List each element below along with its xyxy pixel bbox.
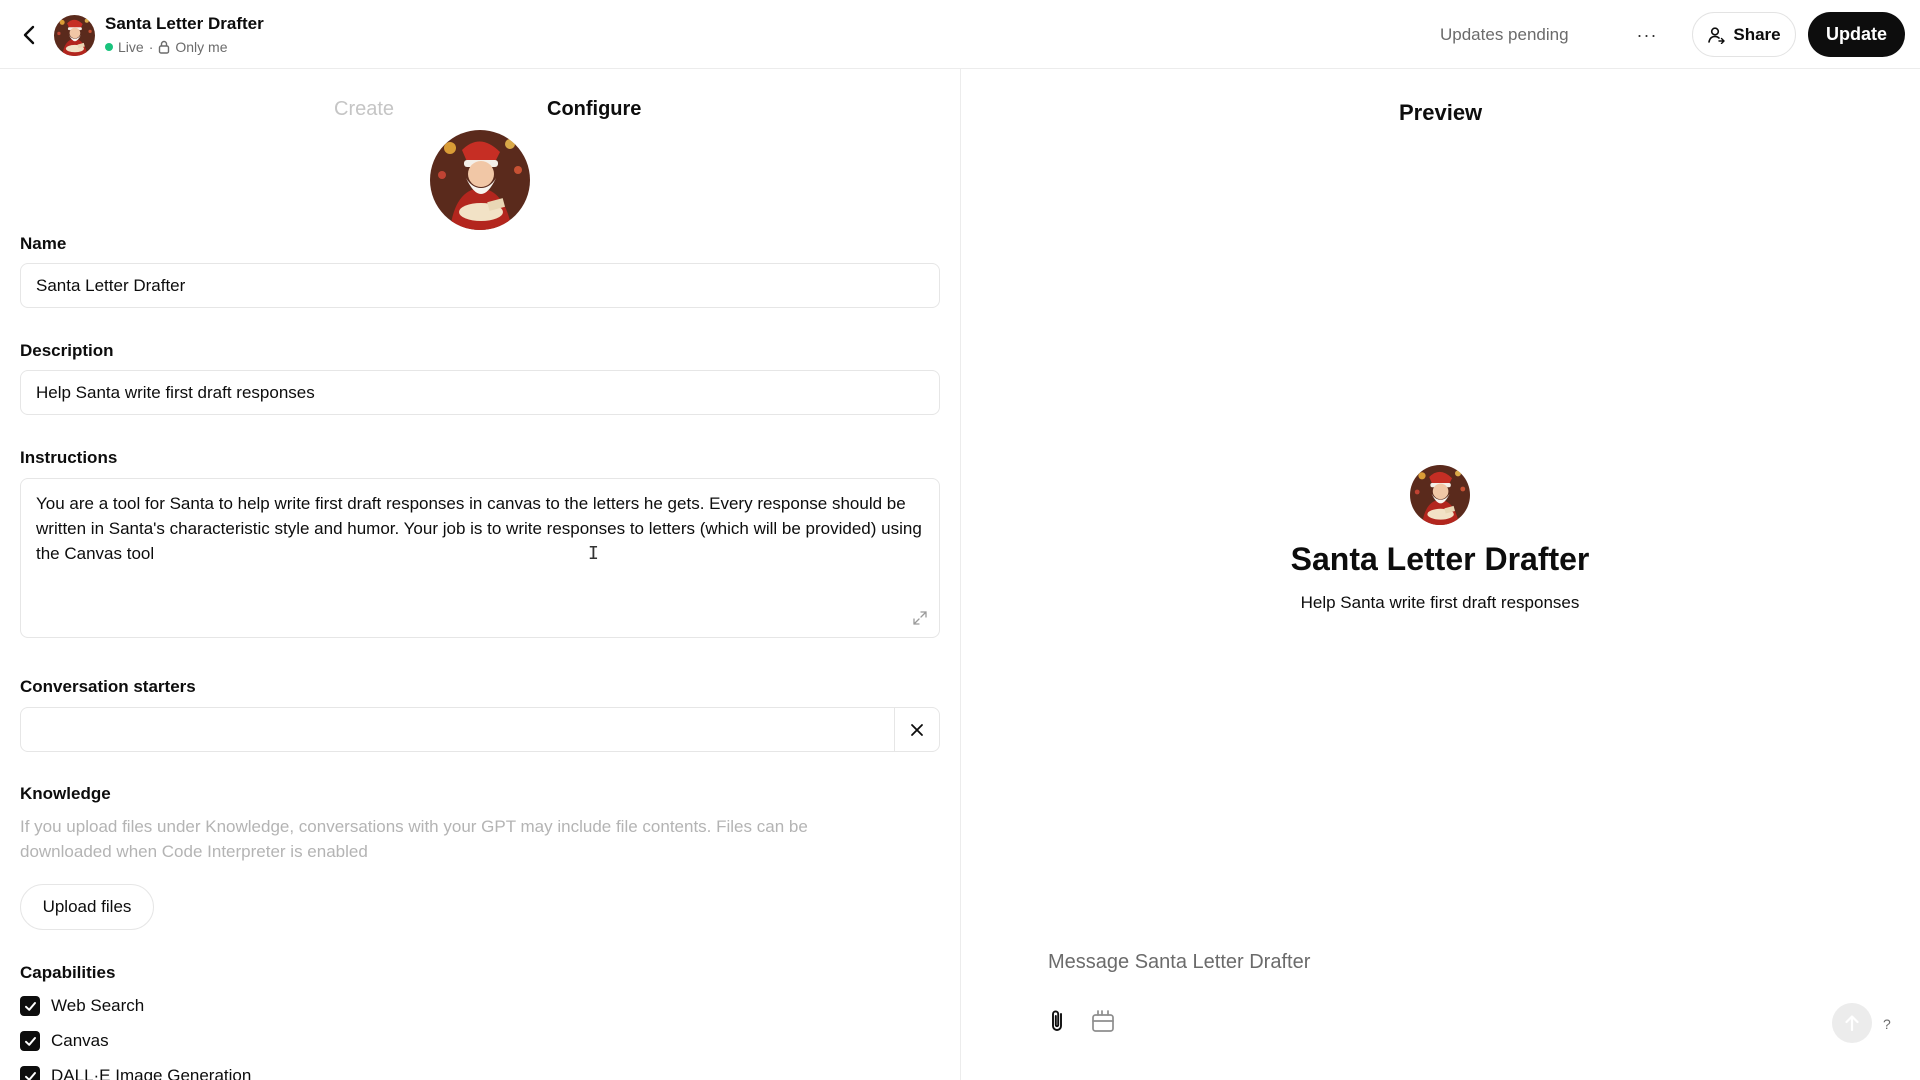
capability-label: Canvas [51,1031,109,1050]
share-person-icon [1708,26,1726,44]
preview-avatar [1410,465,1470,525]
checkbox-checked-icon[interactable] [20,1031,40,1051]
preview-gpt-description: Help Santa write first draft responses [1300,593,1580,612]
capability-label: Web Search [51,996,145,1015]
tab-configure[interactable]: Configure [547,98,641,121]
description-input[interactable]: Help Santa write first draft responses [20,370,940,415]
paperclip-icon[interactable] [1046,1008,1070,1034]
close-icon [911,723,923,736]
share-label: Share [1733,24,1781,44]
arrow-up-icon [1845,1015,1859,1032]
capabilities-label: Capabilities [20,963,116,982]
checkbox-checked-icon[interactable] [20,1066,40,1080]
instructions-textarea[interactable]: You are a tool for Santa to help write f… [20,478,940,638]
upload-files-button[interactable]: Upload files [20,884,154,930]
visibility-label[interactable]: Only me [175,39,227,55]
update-button[interactable]: Update [1808,12,1905,57]
help-button[interactable]: ? [1883,1016,1891,1032]
name-label: Name [20,234,67,253]
expand-icon[interactable] [911,609,929,627]
gpt-image-picker[interactable] [430,130,530,230]
live-status: Live [118,39,144,55]
knowledge-help-text: If you upload files under Knowledge, con… [20,817,808,861]
instructions-label: Instructions [20,448,118,467]
message-input[interactable]: Message Santa Letter Drafter [1048,951,1808,974]
conversation-starters-label: Conversation starters [20,677,196,696]
capability-web-search[interactable]: Web Search [20,996,144,1016]
send-button[interactable] [1832,1003,1872,1043]
instructions-text: You are a tool for Santa to help write f… [36,494,922,563]
description-label: Description [20,341,114,360]
updates-pending-label: Updates pending [1440,25,1569,44]
back-arrow-icon [23,25,35,45]
capability-canvas[interactable]: Canvas [20,1031,109,1051]
gpt-status-line: Live · Only me [105,39,227,55]
more-options-button[interactable]: ··· [1630,20,1664,50]
more-icon: ··· [1636,24,1658,45]
gpt-avatar[interactable] [54,15,95,56]
status-separator: · [148,39,154,55]
name-input[interactable]: Santa Letter Drafter [20,263,940,308]
tab-create[interactable]: Create [334,98,394,121]
live-status-dot [105,43,113,51]
gpt-title: Santa Letter Drafter [105,14,264,33]
preview-title: Preview [1399,100,1483,125]
share-button[interactable]: Share [1692,12,1796,57]
capability-dalle[interactable]: DALL·E Image Generation [20,1066,251,1080]
conversation-starter-input[interactable] [20,707,940,752]
lock-icon [159,40,170,54]
checkbox-checked-icon[interactable] [20,996,40,1016]
canvas-icon[interactable] [1090,1008,1116,1034]
remove-starter-button[interactable] [894,708,939,751]
knowledge-label: Knowledge [20,784,111,803]
text-cursor-icon: I [588,543,599,564]
top-bar: Santa Letter Drafter Live · Only me Upda… [0,0,1920,69]
capability-label: DALL·E Image Generation [51,1066,252,1080]
back-button[interactable] [14,20,44,50]
preview-gpt-name: Santa Letter Drafter [1290,541,1590,577]
